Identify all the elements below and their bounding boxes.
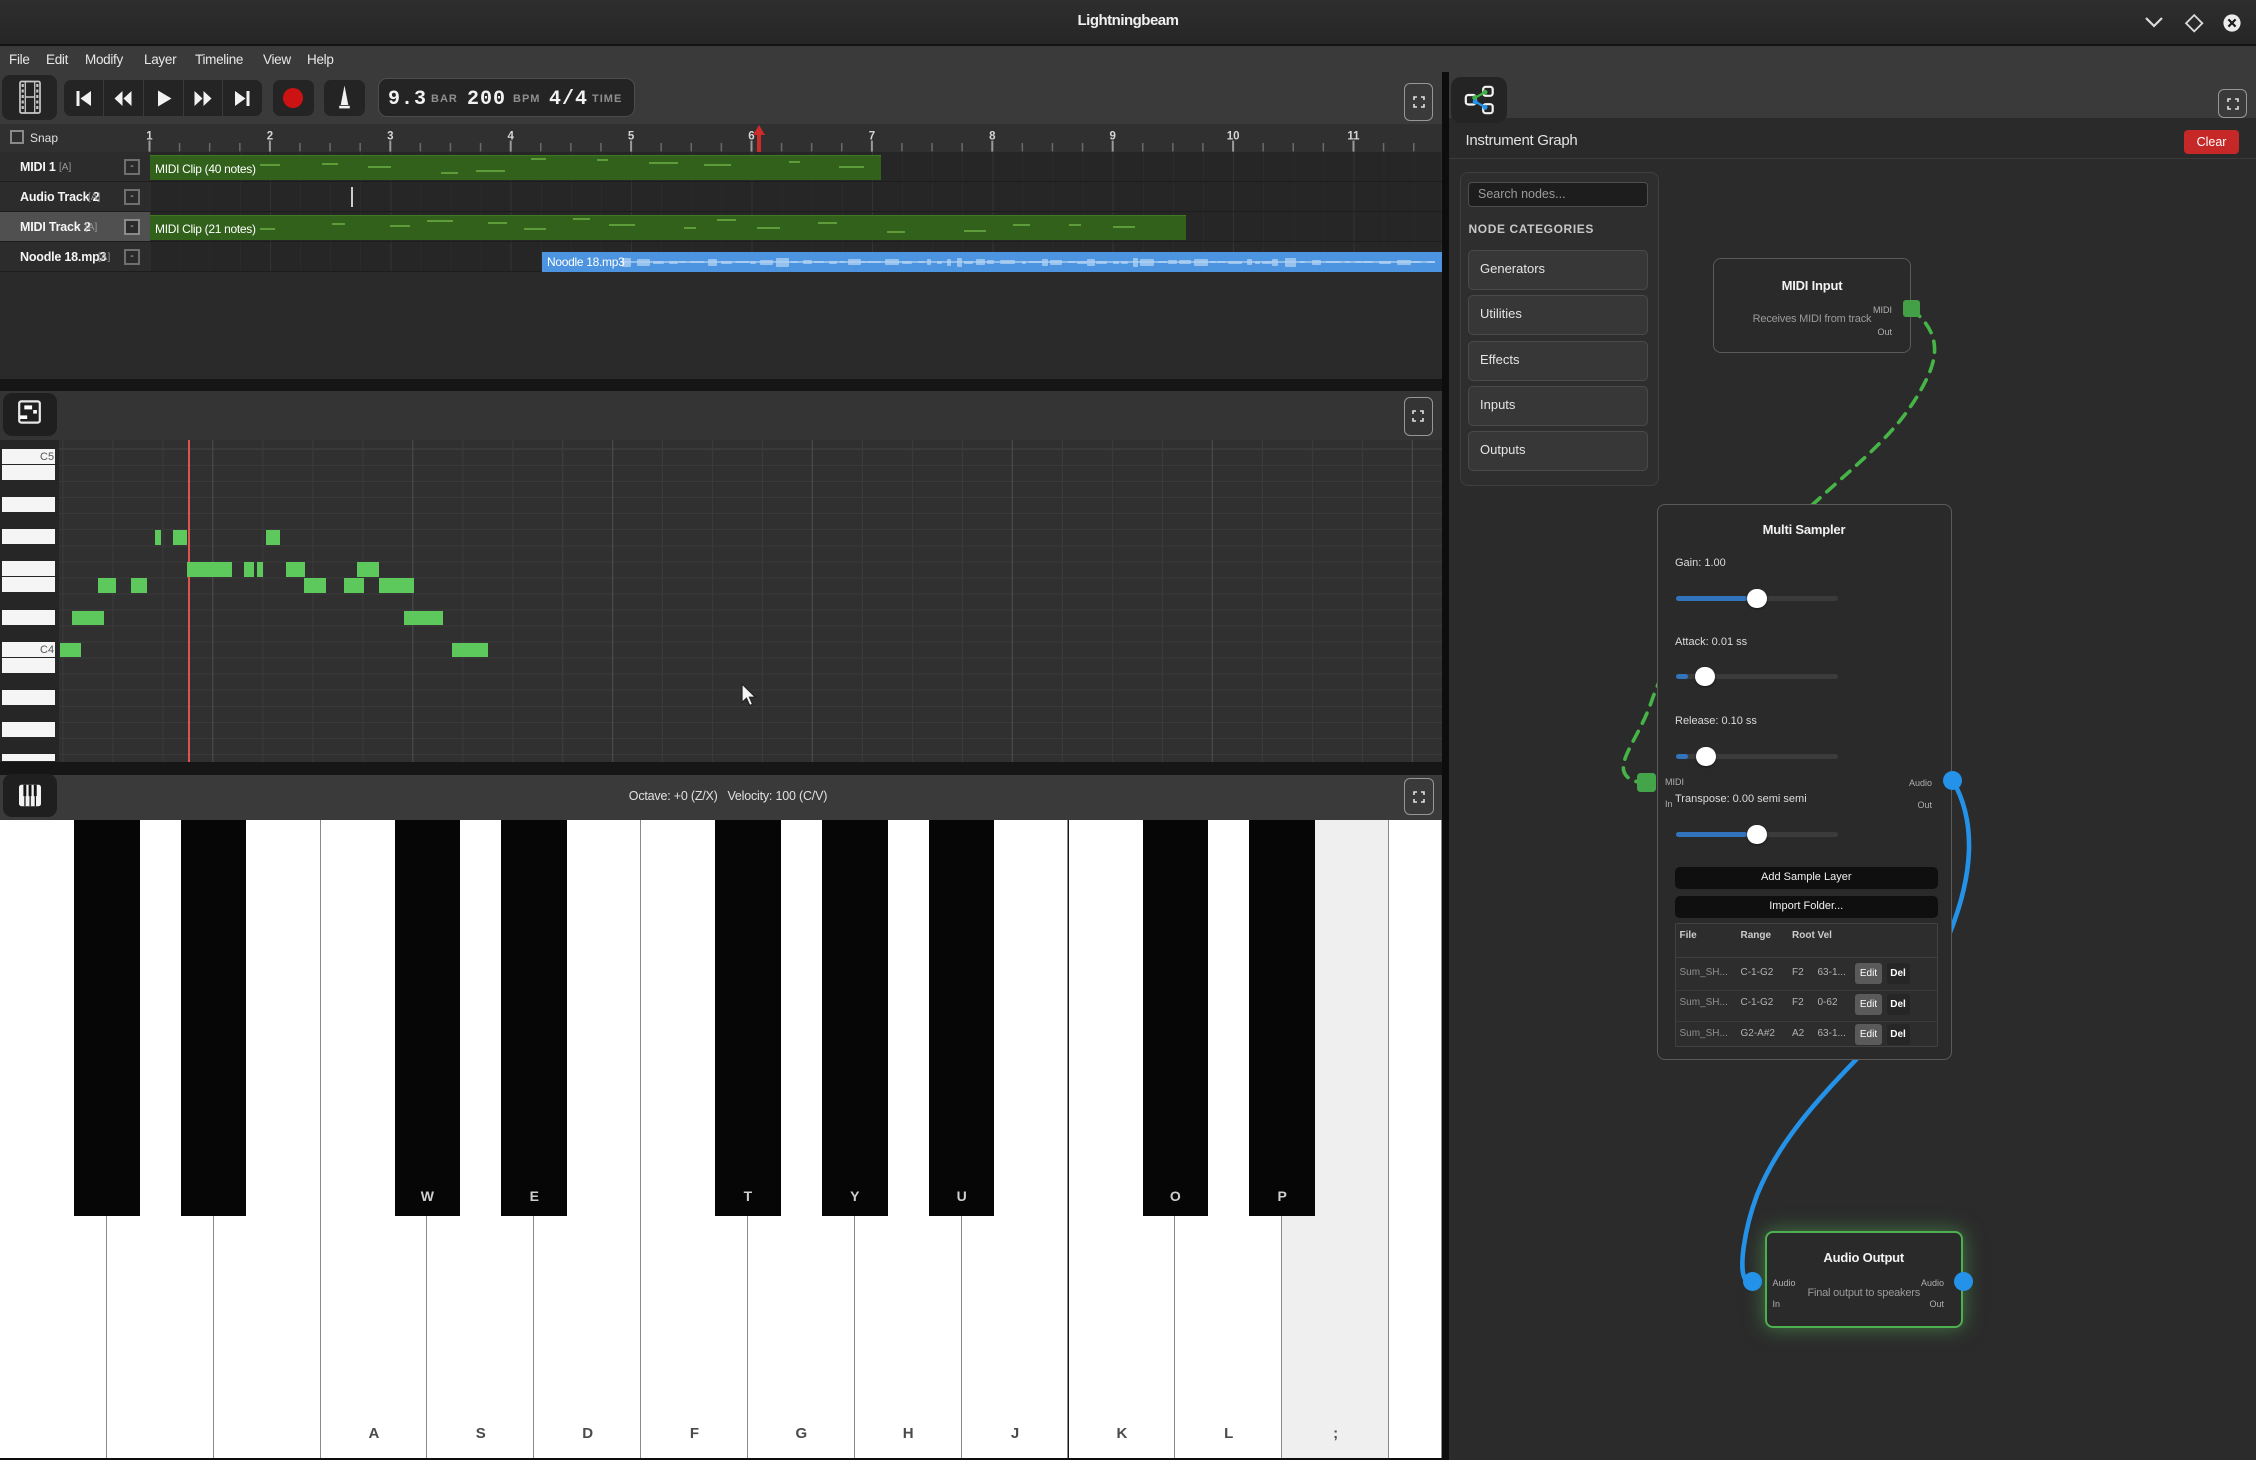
svg-text:8: 8: [989, 131, 996, 143]
svg-text:7: 7: [869, 131, 875, 143]
svg-text:1: 1: [146, 131, 153, 143]
svg-text:4: 4: [507, 131, 514, 143]
svg-text:5: 5: [628, 131, 635, 143]
svg-text:9: 9: [1109, 131, 1115, 143]
svg-text:2: 2: [267, 131, 273, 143]
svg-text:3: 3: [387, 131, 393, 143]
svg-text:11: 11: [1347, 131, 1360, 143]
svg-text:10: 10: [1227, 131, 1240, 143]
